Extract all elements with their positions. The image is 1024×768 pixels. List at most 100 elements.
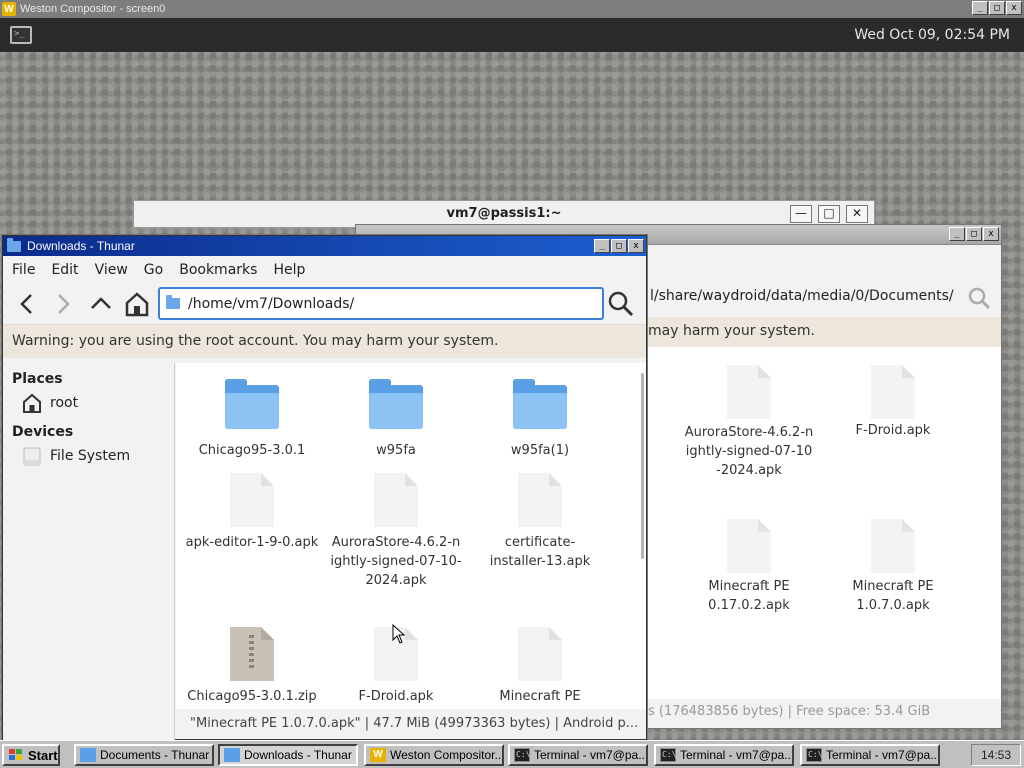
taskbar-item-terminal-3[interactable]: C:\ Terminal - vm7@pa... <box>800 744 940 766</box>
file-icon <box>871 365 915 419</box>
file-icon <box>518 473 562 527</box>
sidebar-heading-places: Places <box>12 371 63 387</box>
taskbar-item-label: Terminal - vm7@pa... <box>534 748 648 762</box>
file-label: w95fa <box>376 443 416 458</box>
documents-close-button[interactable]: x <box>983 227 999 241</box>
folder-icon <box>513 377 567 431</box>
folder-item[interactable]: w95fa <box>326 377 466 460</box>
terminal-window-title: vm7@passis1:~ <box>446 206 562 221</box>
file-item[interactable]: apk-editor-1-9-0.apk <box>182 473 322 552</box>
toolbar <box>3 284 646 324</box>
sidebar-item-file-system[interactable]: File System <box>21 445 174 467</box>
downloads-titlebar[interactable]: Downloads - Thunar _ □ x <box>3 236 646 256</box>
top-panel: >_ Wed Oct 09, 02:54 PM <box>0 18 1024 52</box>
sidebar-item-label: File System <box>50 448 131 464</box>
taskbar-item-downloads[interactable]: Downloads - Thunar <box>218 744 358 766</box>
search-icon[interactable] <box>967 286 991 310</box>
menu-bookmarks[interactable]: Bookmarks <box>179 262 265 278</box>
folder-item[interactable]: w95fa(1) <box>470 377 610 460</box>
file-item[interactable]: certificate-installer-13.apk <box>470 473 610 571</box>
file-icon <box>518 627 562 681</box>
sidebar-item-root[interactable]: root <box>21 392 174 414</box>
file-label: AuroraStore-4.6.2-nightly-signed-07-10-2… <box>684 425 814 478</box>
documents-path[interactable]: l/share/waydroid/data/media/0/Documents/ <box>650 288 954 304</box>
archive-icon <box>230 627 274 681</box>
downloads-thunar-window[interactable]: Downloads - Thunar _ □ x File Edit View … <box>2 235 647 740</box>
terminal-icon: C:\ <box>514 748 530 762</box>
menu-edit[interactable]: Edit <box>51 262 86 278</box>
panel-clock: Wed Oct 09, 02:54 PM <box>854 27 1010 43</box>
terminal-icon: C:\ <box>806 748 822 762</box>
file-label: AuroraStore-4.6.2-nightly-signed-07-10-2… <box>330 535 462 588</box>
compositor-close-button[interactable]: x <box>1006 1 1022 15</box>
file-label: Minecraft PE 1.0.7.0.apk <box>852 579 934 613</box>
taskbar-item-documents[interactable]: Documents - Thunar <box>74 744 214 766</box>
folder-icon <box>369 377 423 431</box>
taskbar-item-terminal-1[interactable]: C:\ Terminal - vm7@pa... <box>508 744 648 766</box>
file-item[interactable]: Minecraft PE <box>470 627 610 706</box>
downloads-close-button[interactable]: x <box>628 239 644 253</box>
folder-item[interactable]: Chicago95-3.0.1 <box>182 377 322 460</box>
start-button[interactable]: Start <box>2 744 60 766</box>
file-icon <box>230 473 274 527</box>
file-item[interactable]: Minecraft PE 1.0.7.0.apk <box>828 519 958 615</box>
drive-icon <box>23 447 41 466</box>
file-item[interactable]: Minecraft PE 0.17.0.2.apk <box>684 519 814 615</box>
root-warning-bar: Warning: you are using the root account.… <box>3 324 646 358</box>
menu-file[interactable]: File <box>12 262 43 278</box>
file-label: Chicago95-3.0.1 <box>198 443 306 458</box>
taskbar-item-terminal-2[interactable]: C:\ Terminal - vm7@pa... <box>654 744 794 766</box>
start-label: Start <box>28 747 58 763</box>
terminal-maximize-button[interactable]: □ <box>818 205 840 223</box>
weston-logo-icon: W <box>2 2 16 16</box>
back-arrow-icon[interactable] <box>13 290 41 318</box>
file-icon <box>727 365 771 419</box>
menu-view[interactable]: View <box>95 262 136 278</box>
location-bar[interactable] <box>158 287 604 320</box>
folder-icon <box>224 748 240 762</box>
file-label: F-Droid.apk <box>358 689 434 704</box>
taskbar-item-weston[interactable]: W Weston Compositor... <box>364 744 504 766</box>
downloads-window-title: Downloads - Thunar <box>27 239 135 253</box>
search-icon[interactable] <box>607 290 635 318</box>
menubar: File Edit View Go Bookmarks Help <box>3 256 646 284</box>
downloads-status-text: "Minecraft PE 1.0.7.0.apk" | 47.7 MiB (4… <box>190 716 639 731</box>
windows-logo-icon <box>9 749 22 760</box>
file-item[interactable]: AuroraStore-4.6.2-nightly-signed-07-10-2… <box>326 473 466 590</box>
downloads-minimize-button[interactable]: _ <box>594 239 610 253</box>
downloads-statusbar: "Minecraft PE 1.0.7.0.apk" | 47.7 MiB (4… <box>176 709 646 739</box>
forward-arrow-icon[interactable] <box>49 290 77 318</box>
menu-go[interactable]: Go <box>144 262 171 278</box>
mouse-pointer-icon <box>392 624 406 644</box>
compositor-title: Weston Compositor - screen0 <box>20 3 166 15</box>
downloads-maximize-button[interactable]: □ <box>611 239 627 253</box>
file-label: certificate-installer-13.apk <box>489 535 591 569</box>
file-icon <box>374 473 418 527</box>
up-arrow-icon[interactable] <box>87 290 115 318</box>
terminal-close-button[interactable]: ✕ <box>846 205 868 223</box>
file-item[interactable]: AuroraStore-4.6.2-nightly-signed-07-10-2… <box>684 365 814 480</box>
file-label: Chicago95-3.0.1.zip <box>187 689 317 704</box>
taskbar-item-label: Terminal - vm7@pa... <box>680 748 794 762</box>
weston-icon: W <box>370 748 386 762</box>
file-label: w95fa(1) <box>510 443 570 458</box>
sidebar: Places root Devices File System <box>3 363 175 740</box>
scrollbar[interactable] <box>641 373 644 559</box>
taskbar-clock[interactable]: 14:53 <box>971 744 1021 766</box>
compositor-maximize-button[interactable]: □ <box>989 1 1005 15</box>
terminal-minimize-button[interactable]: — <box>790 205 812 223</box>
menu-help[interactable]: Help <box>273 262 313 278</box>
folder-icon <box>7 237 21 252</box>
terminal-launcher-icon[interactable]: >_ <box>10 26 32 44</box>
documents-maximize-button[interactable]: □ <box>966 227 982 241</box>
folder-icon <box>166 295 180 309</box>
location-input[interactable] <box>188 295 568 312</box>
file-icon <box>871 519 915 573</box>
compositor-minimize-button[interactable]: _ <box>972 1 988 15</box>
sidebar-heading-devices: Devices <box>12 424 74 440</box>
file-item[interactable]: F-Droid.apk <box>828 365 958 438</box>
downloads-file-grid[interactable]: Chicago95-3.0.1 w95fa w95fa(1) apk-edito… <box>176 363 646 709</box>
home-icon[interactable] <box>123 290 151 318</box>
documents-minimize-button[interactable]: _ <box>949 227 965 241</box>
zip-item[interactable]: Chicago95-3.0.1.zip <box>182 627 322 706</box>
